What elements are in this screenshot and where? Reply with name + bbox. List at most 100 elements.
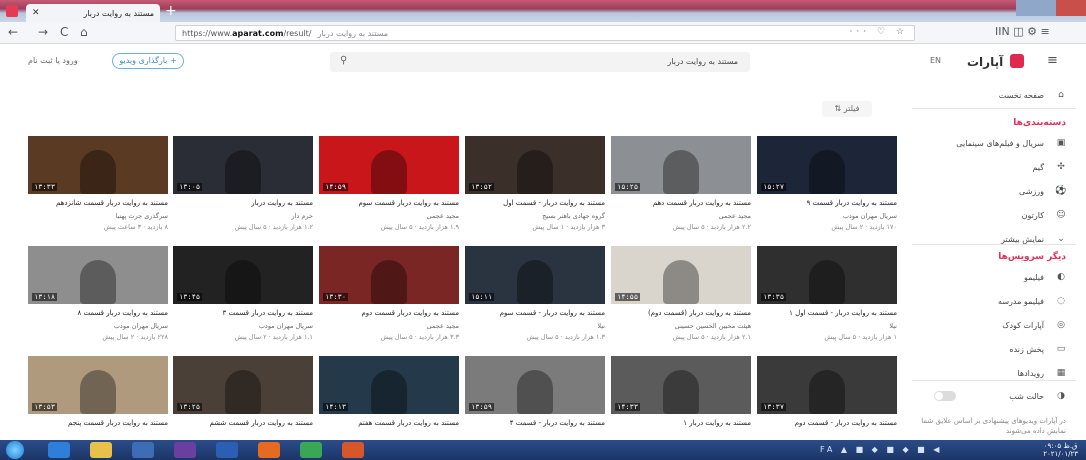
window-close-button[interactable] — [1056, 0, 1086, 16]
video-card[interactable]: ۱۴:۵۹ مستند به روایت دربار قسمت سوم مجید ع… — [319, 136, 459, 240]
video-title[interactable]: مستند به روایت دربار - قسمت دوم — [757, 419, 897, 427]
browser-menu-icon[interactable] — [6, 5, 18, 17]
video-thumbnail[interactable]: ۱۳:۱۸ — [28, 246, 168, 304]
video-title[interactable]: مستند به روایت دربار - قسمت اول — [465, 199, 605, 207]
ie-app-icon[interactable] — [48, 442, 70, 458]
login-link[interactable]: ورود یا ثبت نام — [28, 56, 78, 65]
video-title[interactable]: مستند به روایت دربار قسمت دوم — [319, 309, 459, 317]
video-title[interactable]: مستند به روایت دربار قسمت سوم — [319, 199, 459, 207]
video-channel[interactable]: سریال مهران مودب — [28, 322, 168, 330]
video-title[interactable]: مستند به روایت دربار قسمت ۳ — [173, 309, 313, 317]
explorer-app-icon[interactable] — [90, 442, 112, 458]
video-title[interactable]: مستند به روایت دربار - قسمت سوم — [465, 309, 605, 317]
language-switch[interactable]: EN — [930, 56, 941, 65]
video-channel[interactable]: سرگذری جرت پهنیا — [28, 212, 168, 220]
video-title[interactable]: مستند به روایت دربار - قسمت ۴ — [465, 419, 605, 427]
sidebar-item-service-2[interactable]: ◎ آپارات کودک — [918, 318, 1068, 332]
filter-button[interactable]: فیلتر ⇅ — [822, 101, 872, 117]
video-thumbnail[interactable]: ۱۳:۵۳ — [28, 356, 168, 414]
video-thumbnail[interactable]: ۱۳:۳۵ — [757, 246, 897, 304]
video-channel[interactable]: گروه جهادی باهنر بسیج — [465, 212, 605, 220]
video-card[interactable]: ۱۵:۱۱ مستند به روایت دربار - قسمت سوم نیلا… — [465, 246, 605, 350]
video-title[interactable]: مستند به روایت دربار قسمت شانزدهم — [28, 199, 168, 207]
clock[interactable]: ۰۹:۰۵ ق.ظ ۲۰۲۱/۰۱/۲۳ — [1043, 442, 1078, 458]
video-thumbnail[interactable]: ۱۳:۳۳ — [28, 136, 168, 194]
video-card[interactable]: ۱۳:۴۵ مستند به روایت دربار قسمت ۳ سریال مه… — [173, 246, 313, 350]
video-channel[interactable]: نیلا — [465, 322, 605, 330]
video-thumbnail[interactable]: ۱۳:۲۵ — [173, 356, 313, 414]
video-title[interactable]: مستند به روایت دربار - قسمت اول ۱ — [757, 309, 897, 317]
video-card[interactable]: ۱۵:۲۵ مستند به روایت دربار قسمت دهم مجید ع… — [611, 136, 751, 240]
sidebar-item-category-2[interactable]: ⚽ ورزشی — [918, 184, 1068, 198]
home-icon[interactable]: ⌂ — [80, 25, 88, 39]
forward-icon[interactable]: → — [38, 25, 48, 39]
video-card[interactable]: ۱۳:۳۵ مستند به روایت دربار - قسمت اول ۱ نی… — [757, 246, 897, 350]
video-title[interactable]: مستند به روایت دربار (قسمت دوم) — [611, 309, 751, 317]
video-card[interactable]: ۱۳:۳۰ مستند به روایت دربار قسمت دوم مجید ع… — [319, 246, 459, 350]
library-icon[interactable]: IIN ◫ ⚙ ≡ — [995, 25, 1050, 38]
video-title[interactable]: مستند به روایت دربار قسمت ششم — [173, 419, 314, 427]
aparat-logo-icon[interactable] — [1010, 54, 1024, 68]
video-card[interactable]: ۱۳:۵۲ مستند به روایت دربار - قسمت اول گروه… — [465, 136, 605, 240]
video-thumbnail[interactable]: ۱۳:۵۲ — [465, 136, 605, 194]
upload-video-button[interactable]: بارگذاری ویدیو + — [112, 53, 184, 69]
video-thumbnail[interactable]: ۱۵:۱۱ — [465, 246, 605, 304]
video-title[interactable]: مستند به روایت دربار قسمت ۸ — [28, 309, 168, 317]
reload-icon[interactable]: C — [60, 25, 68, 39]
video-thumbnail[interactable]: ۱۳:۳۷ — [757, 356, 897, 414]
video-channel[interactable]: نیلا — [757, 322, 897, 330]
window-controls[interactable] — [1016, 0, 1086, 16]
video-title[interactable]: مستند به روایت دربار — [173, 199, 313, 207]
start-button[interactable] — [6, 441, 24, 459]
video-channel[interactable]: مجید عجمی — [319, 322, 459, 330]
search-input[interactable]: ⚲ مستند به روایت دربار — [330, 52, 750, 72]
sidebar-item-service-3[interactable]: ▭ پخش زنده — [918, 342, 1068, 356]
hamburger-menu-icon[interactable]: ≡ — [1047, 53, 1058, 68]
new-tab-button[interactable]: + — [165, 3, 177, 19]
video-channel[interactable]: سریال مهران مودب — [757, 212, 897, 220]
dark-mode-toggle[interactable] — [934, 391, 956, 401]
video-channel[interactable]: سریال مهران مودب — [173, 322, 313, 330]
other-app-icon[interactable] — [342, 442, 364, 458]
sidebar-item-service-4[interactable]: ▦ رویدادها — [918, 366, 1068, 380]
video-title[interactable]: مستند به روایت دربار قسمت دهم — [611, 199, 751, 207]
system-tray[interactable]: FA ▲ ■ ◆ ■ ◆ ■ ◀ — [820, 445, 942, 454]
video-thumbnail[interactable]: ۱۴:۵۵ — [611, 246, 751, 304]
video-channel[interactable]: مجید عجمی — [319, 212, 459, 220]
video-title[interactable]: مستند به روایت دربار ۱ — [611, 419, 751, 427]
video-card[interactable]: ۱۵:۲۷ مستند به روایت دربار قسمت ۹ سریال مه… — [757, 136, 897, 240]
word-app-icon[interactable] — [216, 442, 238, 458]
video-channel[interactable]: هیئت محبین الحسین حسینی — [611, 322, 751, 330]
sidebar-item-service-1[interactable]: ◌ فیلیمو مدرسه — [918, 294, 1068, 308]
sidebar-item-category-0[interactable]: ▣ سریال و فیلم‌های سینمایی — [918, 136, 1068, 150]
video-card[interactable]: ۱۳:۰۵ مستند به روایت دربار حرم دار ۱.۲ هزار… — [173, 136, 313, 240]
video-thumbnail[interactable]: ۱۴:۵۹ — [319, 136, 459, 194]
chrome-app-icon[interactable] — [300, 442, 322, 458]
video-title[interactable]: مستند به روایت دربار قسمت هفتم — [319, 419, 459, 427]
sidebar-item-service-0[interactable]: ◐ فیلیمو — [918, 270, 1068, 284]
media-app-icon[interactable] — [132, 442, 154, 458]
address-bar[interactable]: https://www. aparat.com/result/مستند به ر… — [175, 25, 915, 41]
video-thumbnail[interactable]: ۱۳:۵۹ — [465, 356, 605, 414]
video-thumbnail[interactable]: ۱۳:۳۰ — [319, 246, 459, 304]
vs-app-icon[interactable] — [174, 442, 196, 458]
page-actions-icon[interactable]: ··· ♡ ☆ — [850, 27, 908, 37]
video-title[interactable]: مستند به روایت دربار قسمت پنجم — [28, 419, 168, 427]
video-channel[interactable]: حرم دار — [173, 212, 313, 220]
video-channel[interactable]: مجید عجمی — [611, 212, 751, 220]
sidebar-item-category-1[interactable]: ✣ گیم — [918, 160, 1068, 174]
browser-tab[interactable]: مستند به روایت دربار ✕ — [26, 4, 160, 22]
video-thumbnail[interactable]: ۱۳:۰۵ — [173, 136, 313, 194]
firefox-app-icon[interactable] — [258, 442, 280, 458]
video-thumbnail[interactable]: ۱۳:۴۵ — [173, 246, 313, 304]
video-thumbnail[interactable]: ۱۵:۲۷ — [757, 136, 897, 194]
sidebar-item-category-3[interactable]: ☺ کارتون — [918, 208, 1068, 222]
video-thumbnail[interactable]: ۱۴:۳۳ — [611, 356, 751, 414]
video-title[interactable]: مستند به روایت دربار قسمت ۹ — [757, 199, 897, 207]
video-card[interactable]: ۱۳:۱۸ مستند به روایت دربار قسمت ۸ سریال مه… — [28, 246, 168, 350]
tab-close-icon[interactable]: ✕ — [32, 8, 40, 18]
video-card[interactable]: ۱۳:۳۳ مستند به روایت دربار قسمت شانزدهم سر… — [28, 136, 168, 240]
video-thumbnail[interactable]: ۱۵:۲۵ — [611, 136, 751, 194]
back-icon[interactable]: ← — [8, 25, 18, 39]
sidebar-item-home[interactable]: ⌂ صفحه نخست — [918, 88, 1068, 102]
